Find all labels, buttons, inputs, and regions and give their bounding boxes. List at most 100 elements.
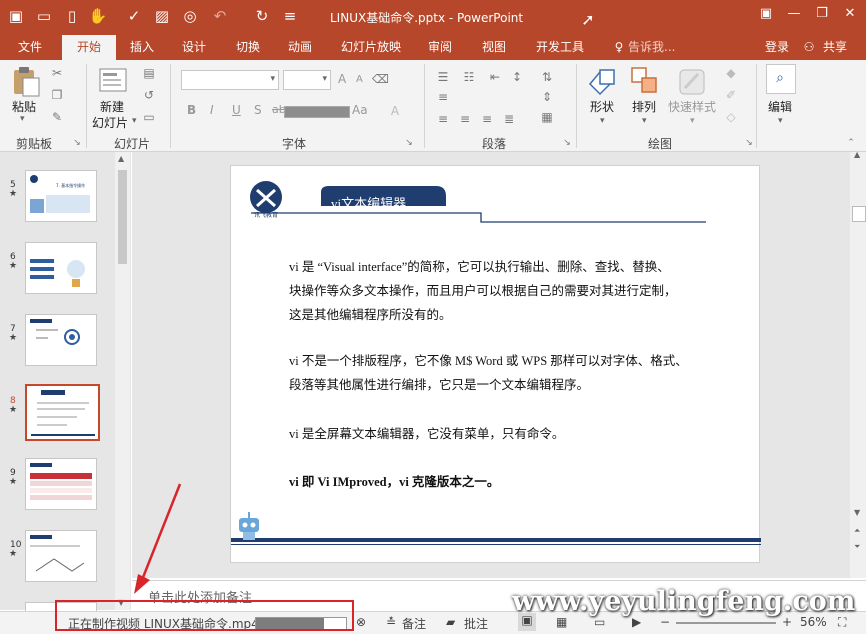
minimize-icon[interactable]: —: [780, 3, 808, 25]
clear-formatting-icon[interactable]: ⌫: [372, 72, 389, 86]
line-spacing-icon[interactable]: ↕: [510, 70, 524, 84]
scroll-thumb[interactable]: [118, 170, 127, 264]
save-icon[interactable]: ▣: [6, 5, 26, 27]
arrange-dropdown-icon[interactable]: ▾: [642, 116, 647, 126]
font-color-icon[interactable]: A: [388, 104, 402, 118]
paste-label[interactable]: 粘贴: [12, 98, 36, 115]
comments-icon[interactable]: ▰: [446, 615, 455, 629]
font-launcher-icon[interactable]: ↘: [402, 136, 416, 150]
undo-icon[interactable]: ↶: [210, 5, 230, 27]
arrange-icon[interactable]: [630, 66, 660, 98]
notes-button[interactable]: 备注: [402, 615, 426, 632]
slideshow-view-icon[interactable]: ▶: [632, 615, 641, 629]
character-spacing-bar[interactable]: [284, 106, 350, 118]
close-icon[interactable]: ✕: [836, 3, 864, 25]
shape-fill-icon[interactable]: ◆: [724, 66, 738, 80]
new-slide-dropdown-icon[interactable]: ▾: [132, 116, 137, 126]
decrease-font-icon[interactable]: A: [356, 74, 363, 85]
next-slide-icon[interactable]: ⏷: [854, 542, 860, 552]
decrease-indent-icon[interactable]: ⇤: [488, 70, 502, 84]
tell-me-box[interactable]: 告诉我...: [628, 35, 688, 60]
new-slide-label-1[interactable]: 新建: [100, 98, 124, 115]
start-from-beginning-icon[interactable]: ◎: [180, 5, 200, 27]
slide-thumbnail[interactable]: [25, 530, 97, 582]
picture-icon[interactable]: ▨: [152, 5, 172, 27]
tab-file[interactable]: 文件: [8, 35, 52, 60]
tab-view[interactable]: 视图: [472, 35, 516, 60]
shape-outline-icon[interactable]: ✐: [724, 88, 738, 102]
columns-icon[interactable]: ≡: [436, 90, 450, 104]
scroll-down-icon[interactable]: ▼: [854, 508, 860, 517]
new-file-icon[interactable]: ▯: [62, 5, 82, 27]
editing-label[interactable]: 编辑: [768, 98, 792, 115]
zoom-out-icon[interactable]: −: [660, 615, 670, 629]
section-icon[interactable]: ▭: [142, 110, 156, 124]
slide-thumbnail[interactable]: [25, 458, 97, 510]
tab-review[interactable]: 审阅: [418, 35, 462, 60]
justify-icon[interactable]: ≣: [502, 112, 516, 126]
slide-thumbnail-selected[interactable]: [25, 384, 100, 441]
cut-icon[interactable]: ✂: [50, 66, 64, 80]
format-painter-icon[interactable]: ✎: [50, 110, 64, 124]
slide-thumbnail[interactable]: [25, 314, 97, 366]
fit-to-window-icon[interactable]: ⛶: [838, 615, 846, 630]
tab-transitions[interactable]: 切换: [226, 35, 270, 60]
tab-developer[interactable]: 开发工具: [528, 35, 592, 60]
maximize-icon[interactable]: ❐: [808, 3, 836, 25]
scroll-thumb[interactable]: [852, 206, 866, 222]
align-center-icon[interactable]: ≡: [458, 112, 472, 126]
zoom-level[interactable]: 56%: [800, 615, 827, 629]
font-size-combo[interactable]: ▾: [283, 70, 331, 90]
quick-styles-icon[interactable]: [676, 66, 708, 98]
paragraph-launcher-icon[interactable]: ↘: [560, 136, 574, 150]
collapse-ribbon-icon[interactable]: ⌃: [844, 136, 858, 150]
find-button[interactable]: ⌕: [766, 64, 796, 94]
bold-button[interactable]: B: [187, 103, 196, 117]
change-case-button[interactable]: Aa: [352, 103, 368, 117]
copy-icon[interactable]: ❐: [50, 88, 64, 102]
redo-icon[interactable]: ↻: [252, 5, 272, 27]
reading-view-icon[interactable]: ▭: [594, 615, 605, 629]
tab-design[interactable]: 设计: [172, 35, 216, 60]
layout-icon[interactable]: ▤: [142, 66, 156, 80]
previous-slide-icon[interactable]: ⏶: [854, 526, 860, 536]
zoom-in-icon[interactable]: +: [782, 615, 792, 629]
slide-sorter-icon[interactable]: ▦: [556, 615, 567, 629]
shapes-dropdown-icon[interactable]: ▾: [600, 116, 605, 126]
notes-icon[interactable]: ≛: [386, 615, 396, 629]
open-folder-icon[interactable]: ▭: [34, 5, 54, 27]
sign-in-link[interactable]: 登录: [758, 35, 796, 60]
reset-icon[interactable]: ↺: [142, 88, 156, 102]
arrange-label[interactable]: 排列: [632, 98, 656, 115]
zoom-slider[interactable]: [676, 622, 776, 624]
align-right-icon[interactable]: ≡: [480, 112, 494, 126]
slide-thumbnail[interactable]: 7. 基本指令操作: [25, 170, 97, 222]
quick-styles-label[interactable]: 快速样式: [668, 98, 716, 115]
current-slide[interactable]: 讯飞教育 vi文本编辑器 vi 是 “Visual interface”的简称，…: [230, 165, 761, 563]
align-text-icon[interactable]: ⇕: [540, 90, 554, 104]
scroll-up-icon[interactable]: ▲: [854, 150, 860, 159]
scroll-up-icon[interactable]: ▲: [118, 154, 124, 163]
shapes-icon[interactable]: [586, 66, 618, 98]
clipboard-launcher-icon[interactable]: ↘: [70, 136, 84, 150]
cancel-video-icon[interactable]: ⊗: [356, 615, 366, 629]
comments-button[interactable]: 批注: [464, 615, 488, 632]
ribbon-display-options-icon[interactable]: ▣: [752, 3, 780, 25]
slide-thumbnail[interactable]: [25, 242, 97, 294]
text-direction-icon[interactable]: ⇅: [540, 70, 554, 84]
underline-button[interactable]: U: [232, 103, 241, 117]
shapes-label[interactable]: 形状: [590, 98, 614, 115]
spelling-check-icon[interactable]: ✓: [124, 5, 144, 27]
quick-styles-dropdown-icon[interactable]: ▾: [690, 116, 695, 126]
tab-home[interactable]: 开始: [62, 35, 116, 60]
tab-animations[interactable]: 动画: [278, 35, 322, 60]
smartart-icon[interactable]: ▦: [540, 110, 554, 124]
tab-insert[interactable]: 插入: [120, 35, 164, 60]
editing-dropdown-icon[interactable]: ▾: [778, 116, 783, 126]
tab-slideshow[interactable]: 幻灯片放映: [334, 35, 408, 60]
bullets-icon[interactable]: ☰: [436, 70, 450, 84]
paste-icon[interactable]: [11, 66, 41, 98]
customize-qat-icon[interactable]: ≡: [280, 5, 300, 27]
numbering-icon[interactable]: ☷: [462, 70, 476, 84]
font-name-combo[interactable]: ▾: [181, 70, 279, 90]
